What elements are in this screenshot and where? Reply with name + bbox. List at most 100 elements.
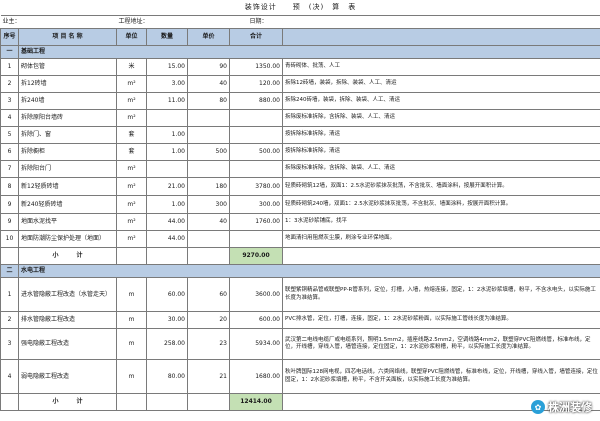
section-no: 一 xyxy=(0,45,19,59)
subtotal-blank xyxy=(0,247,19,265)
row-no: 3 xyxy=(0,92,19,110)
subtotal-blank xyxy=(146,393,188,411)
budget-sheet: 装饰设计 预 (决) 算 表 业主： 工程地址： 日期： 序号 项 目 名 称 … xyxy=(0,0,600,421)
row-price: 40 xyxy=(187,213,230,231)
row-name: 强电隐蔽工程改造 xyxy=(18,328,117,360)
row-qty: 1.00 xyxy=(146,143,188,161)
row-qty: 44.00 xyxy=(146,213,188,231)
header-price: 单价 xyxy=(187,28,230,46)
row-qty: 15.00 xyxy=(146,58,188,76)
section-header: 二水电工程 xyxy=(0,264,600,278)
wechat-icon: ✿ xyxy=(531,400,545,414)
row-total: 300.00 xyxy=(229,195,283,214)
row-total: 1760.00 xyxy=(229,213,283,231)
row-desc: 1：3水泥砂浆铺底，找平 xyxy=(281,213,600,231)
row-unit: m² xyxy=(116,160,147,178)
row-no: 2 xyxy=(0,311,19,329)
row-no: 2 xyxy=(0,75,19,93)
row-price: 80 xyxy=(187,92,230,110)
row-name: 进水管隐蔽工程改造（水管走天） xyxy=(18,277,117,312)
row-unit: 套 xyxy=(116,143,147,161)
table-row: 4 拆除原阳台墙砖 m² 拆除废标准拆除，含拆除、装袋、人工、清运 xyxy=(0,109,600,127)
subtotal-blank xyxy=(116,393,147,411)
row-unit: m xyxy=(116,328,147,360)
row-total xyxy=(229,109,283,127)
address-label: 工程地址： xyxy=(118,18,149,25)
row-no: 3 xyxy=(0,328,19,360)
row-desc: 按拆除标准拆除，清运 xyxy=(281,126,600,144)
table-row: 6 拆除橱柜套 1.00 500 500.00 按拆除标准拆除，清运 xyxy=(0,143,600,161)
row-total: 1680.00 xyxy=(229,359,283,394)
row-total: 120.00 xyxy=(229,75,283,93)
header-no: 序号 xyxy=(0,28,19,46)
row-price xyxy=(187,230,230,248)
budget-table: 装饰设计 预 (决) 算 表 业主： 工程地址： 日期： 序号 项 目 名 称 … xyxy=(0,0,600,411)
subtotal-label: 小 计 xyxy=(18,247,117,265)
header-unit: 单位 xyxy=(116,28,147,46)
row-desc: 拆除12砖墙，装袋，拆除、装袋、人工、清运 xyxy=(281,75,600,93)
table-row: 1 砌体包管米 15.00 90 1350.00 青砖砌体、批荡、人工 xyxy=(0,58,600,76)
section-header: 一基础工程 xyxy=(0,45,600,59)
row-no: 5 xyxy=(0,126,19,144)
subtotal-value: 12414.00 xyxy=(229,393,283,411)
row-unit: m² xyxy=(116,177,147,196)
row-no: 1 xyxy=(0,58,19,76)
subtotal-blank xyxy=(187,247,230,265)
row-price: 20 xyxy=(187,311,230,329)
row-qty: 44.00 xyxy=(146,230,188,248)
table-row: 3 强电隐蔽工程改造 m 258.00 23 5934.00 武汉第二电线电缆厂或电缆系列，… xyxy=(0,328,600,360)
subtotal-value: 9270.00 xyxy=(229,247,283,265)
table-row: 3 拆240墙 m² 11.00 80 880.00 拆除240砖墙，装袋，拆除、装袋、人工… xyxy=(0,92,600,110)
row-total xyxy=(229,230,283,248)
row-desc: PVC排水管，定位，打槽，连接，固定，1：2水泥砂浆粉面，以实际施工管线长度为准… xyxy=(281,311,600,329)
row-total: 600.00 xyxy=(229,311,283,329)
row-unit: 米 xyxy=(116,58,147,76)
subtotal-blank xyxy=(187,393,230,411)
row-no: 6 xyxy=(0,143,19,161)
row-price xyxy=(187,109,230,127)
row-name: 拆除橱柜 xyxy=(18,143,117,161)
row-unit: m² xyxy=(116,92,147,110)
row-unit: m² xyxy=(116,213,147,231)
row-desc: 轻质砖砌筑240墙，双面1：2.5水泥砂浆抹灰批荡，不含批灰、墙面涂料，按展开面… xyxy=(281,195,600,214)
subtotal-blank xyxy=(281,247,600,265)
row-qty xyxy=(146,160,188,178)
owner-label: 业主： xyxy=(2,18,21,25)
row-desc: 拆除废标准拆除，含拆除、装袋、人工、清运 xyxy=(281,160,600,178)
row-no: 7 xyxy=(0,160,19,178)
header-name: 项 目 名 称 xyxy=(18,28,117,46)
row-price: 180 xyxy=(187,177,230,196)
row-total: 880.00 xyxy=(229,92,283,110)
header-qty: 数量 xyxy=(146,28,188,46)
row-name: 排水管隐蔽工程改造 xyxy=(18,311,117,329)
row-no: 9 xyxy=(0,213,19,231)
row-total: 3780.00 xyxy=(229,177,283,196)
row-qty xyxy=(146,109,188,127)
row-desc: 联塑紫铜精品管或联塑PP-R管系列，定位，打槽，入墙，热熔连接，固定，1：2水泥… xyxy=(281,277,600,312)
row-desc: 地面清扫用阻燃灰尘膜，刷涂专业环保地面。 xyxy=(281,230,600,248)
row-no: 9 xyxy=(0,195,19,214)
row-price: 60 xyxy=(187,277,230,312)
row-name: 拆除原阳台墙砖 xyxy=(18,109,117,127)
row-no: 10 xyxy=(0,230,19,248)
row-total: 5934.00 xyxy=(229,328,283,360)
table-row: 2 拆12砖墙 m² 3.00 40 120.00 拆除12砖墙，装袋，拆除、装袋、人工、清… xyxy=(0,75,600,93)
section-title: 基础工程 xyxy=(17,45,600,59)
row-desc: 拆除废标准拆除，含拆除、装袋、人工、清运 xyxy=(281,109,600,127)
row-name: 新12轻质砖墙 xyxy=(18,177,117,196)
row-no: 4 xyxy=(0,359,19,394)
table-row: 2 排水管隐蔽工程改造 m 30.00 20 600.00 PVC排水管，定位，打槽，连接，… xyxy=(0,311,600,329)
row-unit: m xyxy=(116,359,147,394)
row-qty: 60.00 xyxy=(146,277,188,312)
row-price: 40 xyxy=(187,75,230,93)
row-total: 500.00 xyxy=(229,143,283,161)
row-unit: m xyxy=(116,277,147,312)
row-qty: 3.00 xyxy=(146,75,188,93)
row-total xyxy=(229,126,283,144)
table-row: 1 进水管隐蔽工程改造（水管走天） m 60.00 60 3600.00 联塑紫铜精品管或联… xyxy=(0,277,600,312)
meta-row: 业主： 工程地址： 日期： xyxy=(1,16,600,29)
row-price: 21 xyxy=(187,359,230,394)
subtotal-row: 小 计 9270.00 xyxy=(0,247,600,265)
row-price: 90 xyxy=(187,58,230,76)
row-total: 1350.00 xyxy=(229,58,283,76)
